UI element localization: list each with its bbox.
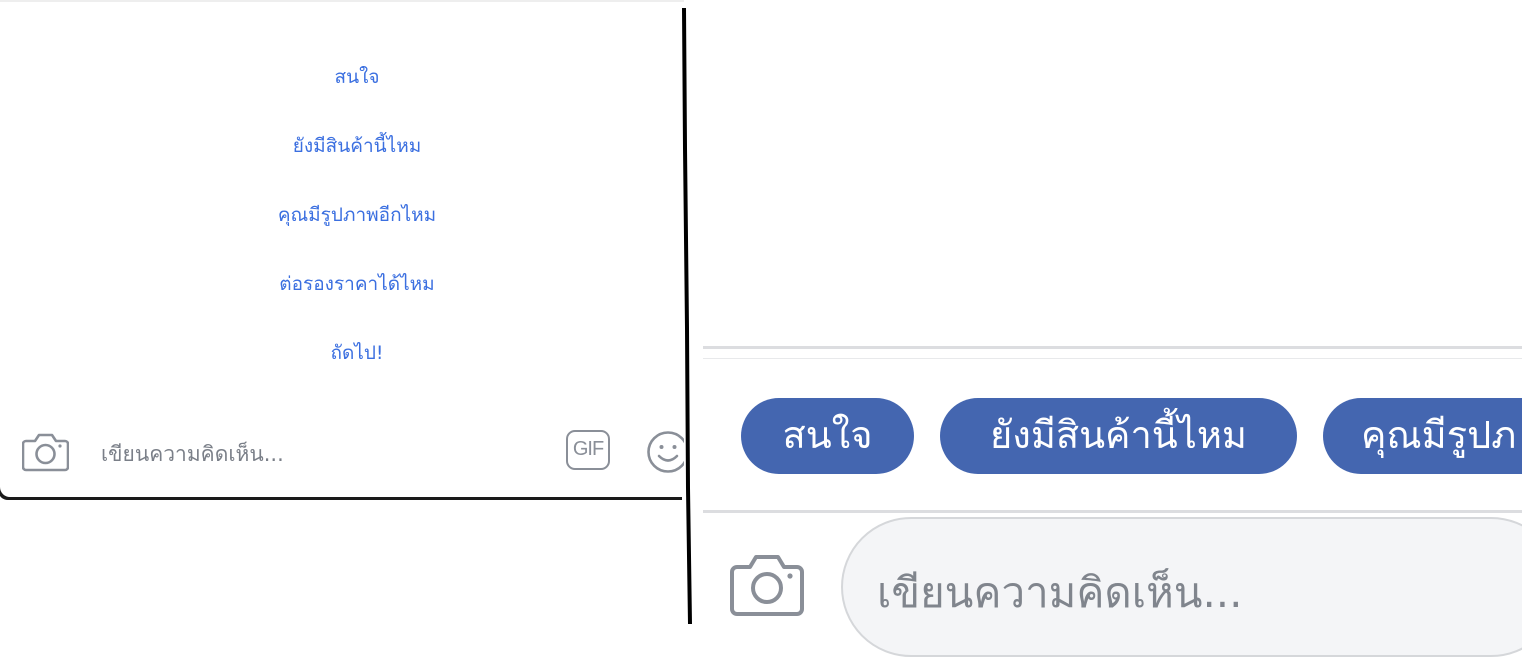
comment-input-placeholder[interactable]: เขียนความคิดเห็น...: [101, 438, 284, 471]
vertical-divider-line: [682, 8, 692, 624]
smiley-icon[interactable]: [646, 430, 684, 474]
chips-top-divider-light: [703, 358, 1522, 359]
chips-top-divider: [703, 346, 1522, 349]
suggestion-negotiate-price[interactable]: ต่อรองราคาได้ไหม: [0, 269, 684, 299]
camera-icon[interactable]: [22, 432, 69, 472]
chip-still-available[interactable]: ยังมีสินค้านี้ไหม: [940, 398, 1297, 474]
suggestion-still-available[interactable]: ยังมีสินค้านี้ไหม: [0, 131, 684, 161]
suggestion-next[interactable]: ถัดไป!: [0, 338, 684, 368]
suggestion-interested[interactable]: สนใจ: [0, 62, 684, 92]
chip-interested[interactable]: สนใจ: [741, 398, 914, 474]
chip-more-photos[interactable]: คุณมีรูปภ: [1323, 398, 1522, 474]
top-divider: [0, 0, 684, 2]
comment-input-placeholder[interactable]: เขียนความคิดเห็น...: [877, 560, 1243, 626]
suggestion-more-photos[interactable]: คุณมีรูปภาพอีกไหม: [0, 200, 684, 230]
left-comment-panel: สนใจ ยังมีสินค้านี้ไหม คุณมีรูปภาพอีกไหม…: [0, 0, 684, 497]
camera-icon[interactable]: [730, 553, 804, 617]
gif-icon[interactable]: GIF: [566, 430, 610, 470]
chips-bottom-divider: [703, 510, 1522, 513]
